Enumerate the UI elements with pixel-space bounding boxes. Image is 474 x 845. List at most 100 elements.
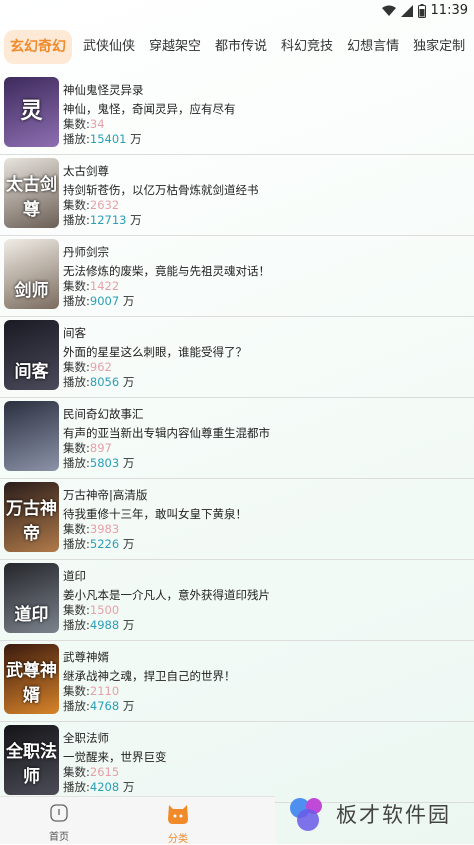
cover-title-art: 全职法师 (6, 742, 57, 787)
play-value: 4208 (89, 780, 120, 794)
watermark-logo-icon (290, 798, 322, 831)
play-unit: 万 (119, 699, 135, 713)
watermark: 板才软件园 (286, 794, 451, 834)
episode-label: 集数: (63, 441, 90, 455)
play-label: 播放: (63, 375, 90, 389)
tab-home[interactable]: 首页 (29, 803, 89, 843)
book-item[interactable]: 道印 道印 姜小凡本是一介凡人，意外获得道印残片 集数:1500 播放:4988 万 (0, 560, 474, 641)
cover-title-art: 太古剑尊 (6, 175, 57, 220)
book-title: 太古剑尊 (63, 164, 109, 178)
play-unit: 万 (126, 213, 142, 227)
play-label: 播放: (63, 537, 90, 551)
book-cover: 灵 (4, 77, 59, 147)
book-info: 民间奇幻故事汇 有声的亚当新出专辑内容仙尊重生混都市 集数:897 播放:5803 万 (63, 407, 470, 471)
episode-count: 集数:1422 (63, 279, 470, 294)
book-title: 武尊神婿 (63, 650, 109, 664)
book-title: 神仙鬼怪灵异录 (63, 83, 144, 97)
book-item[interactable]: 灵 神仙鬼怪灵异录神仙，鬼怪，奇闻灵异，应有尽有 集数:34 播放:15401 万 (0, 74, 474, 155)
book-title: 道印 (63, 569, 86, 583)
book-title: 万古神帝|高清版 (63, 488, 148, 502)
episode-value: 897 (89, 441, 112, 455)
tab-category-6[interactable]: 幻想言情 (340, 24, 406, 70)
episode-label: 集数: (63, 603, 90, 617)
play-unit: 万 (119, 780, 135, 794)
battery-icon (418, 4, 426, 18)
book-item[interactable]: 间客 间客 外面的星星这么刺眼，谁能受得了？ 集数:962 播放:8056 万 (0, 317, 474, 398)
tab-category-4[interactable]: 都市传说 (208, 24, 274, 70)
book-cover: 太古剑尊 (4, 158, 59, 228)
unit-text: 万 (122, 456, 135, 470)
episode-count: 集数:34 (63, 117, 470, 132)
tab-category-5[interactable]: 科幻竞技 (274, 24, 340, 70)
play-value: 4988 (89, 618, 120, 632)
play-count: 播放:8056 万 (63, 375, 470, 390)
play-label: 播放: (63, 213, 90, 227)
book-cover: 剑师 (4, 239, 59, 309)
status-bar: 11:39 (0, 0, 474, 24)
book-cover: 间客 (4, 320, 59, 390)
book-item[interactable]: 剑师 丹师剑宗无法修炼的废柴，竟能与先祖灵魂对话！ 集数:1422 播放:9007 万 (0, 236, 474, 317)
tab-category-2[interactable]: 武侠仙侠 (76, 24, 142, 70)
book-item[interactable]: 太古剑尊 太古剑尊 持剑斩苍伤，以亿万枯骨炼就剑道经书 集数:2632 播放:12713… (0, 155, 474, 236)
unit-text: 万 (122, 780, 135, 794)
bottom-tab-bar: 首页 分类 (0, 796, 275, 845)
book-desc: 无法修炼的废柴，竟能与先祖灵魂对话！ (63, 264, 270, 278)
tab-category[interactable]: 分类 (148, 803, 208, 845)
episode-count: 集数:1500 (63, 603, 470, 618)
book-info: 武尊神婿 继承战神之魂，捍卫自己的世界！ 集数:2110 播放:4768 万 (63, 650, 470, 714)
book-desc: 待我重修十三年，敢叫女皇下黄泉！ (63, 507, 247, 521)
watermark-text: 板才软件园 (336, 803, 451, 827)
status-icons (382, 4, 426, 18)
book-info: 间客 外面的星星这么刺眼，谁能受得了？ 集数:962 播放:8056 万 (63, 326, 470, 390)
book-info: 道印 姜小凡本是一介凡人，意外获得道印残片 集数:1500 播放:4988 万 (63, 569, 470, 633)
play-unit: 万 (119, 375, 135, 389)
book-item[interactable]: 武尊神婿 武尊神婿 继承战神之魂，捍卫自己的世界！ 集数:2110 播放:4768 万 (0, 641, 474, 722)
episode-value: 962 (89, 360, 112, 374)
tab-category-3[interactable]: 穿越架空 (142, 24, 208, 70)
book-info: 万古神帝|高清版 待我重修十三年，敢叫女皇下黄泉！ 集数:3983 播放:5226 万 (63, 488, 470, 552)
episode-count: 集数:897 (63, 441, 470, 456)
play-label: 播放: (63, 456, 90, 470)
wifi-icon (382, 5, 396, 16)
play-unit: 万 (119, 537, 135, 551)
play-count: 播放:4768 万 (63, 699, 470, 714)
episode-label: 集数: (63, 117, 90, 131)
cover-title-art: 灵 (20, 98, 43, 124)
play-count: 播放:15401 万 (63, 132, 470, 147)
book-cover: 武尊神婿 (4, 644, 59, 714)
book-list: 灵神仙鬼怪灵异录 神仙，鬼怪，奇闻灵异，应有尽有 集数:34 播放:15401 万太古… (0, 74, 474, 803)
cover-title-art: 间客 (14, 362, 49, 382)
book-item[interactable]: 万古神帝 万古神帝|高清版 待我重修十三年，敢叫女皇下黄泉！ 集数:3983 播放:52… (0, 479, 474, 560)
book-item[interactable]: 全职法师 全职法师 一觉醒来，世界巨变 集数:2615 播放:4208 万 (0, 722, 474, 803)
book-desc: 神仙，鬼怪，奇闻灵异，应有尽有 (63, 102, 236, 116)
cover-title-art: 道印 (14, 605, 49, 625)
book-desc: 外面的星星这么刺眼，谁能受得了？ (63, 345, 247, 359)
book-item[interactable]: 民间奇幻故事汇 有声的亚当新出专辑内容仙尊重生混都市 集数:897 播放:5803 万 (0, 398, 474, 479)
episode-value: 1422 (89, 279, 120, 293)
play-value: 9007 (89, 294, 120, 308)
book-desc: 持剑斩苍伤，以亿万枯骨炼就剑道经书 (63, 183, 259, 197)
play-unit: 万 (119, 456, 135, 470)
book-title: 丹师剑宗 (63, 245, 109, 259)
tab-category-7[interactable]: 独家定制 (406, 24, 472, 70)
play-value: 5226 (89, 537, 120, 551)
episode-label: 集数: (63, 279, 90, 293)
unit-text: 万 (130, 213, 142, 227)
tab-category-1[interactable]: 玄幻奇幻 (4, 30, 72, 64)
book-desc: 一觉醒来，世界巨变 (63, 750, 167, 764)
episode-label: 集数: (63, 765, 90, 779)
tab-category-label: 分类 (168, 834, 188, 845)
episode-label: 集数: (63, 198, 90, 212)
play-unit: 万 (119, 294, 135, 308)
episode-value: 2615 (89, 765, 120, 779)
episode-label: 集数: (63, 360, 90, 374)
episode-value: 2110 (89, 684, 120, 698)
play-count: 播放:4208 万 (63, 780, 470, 795)
episode-value: 1500 (89, 603, 120, 617)
unit-text: 万 (122, 294, 135, 308)
episode-count: 集数:2632 (63, 198, 470, 213)
home-icon (50, 804, 68, 822)
play-label: 播放: (63, 699, 90, 713)
book-cover: 道印 (4, 563, 59, 633)
play-label: 播放: (63, 294, 90, 308)
